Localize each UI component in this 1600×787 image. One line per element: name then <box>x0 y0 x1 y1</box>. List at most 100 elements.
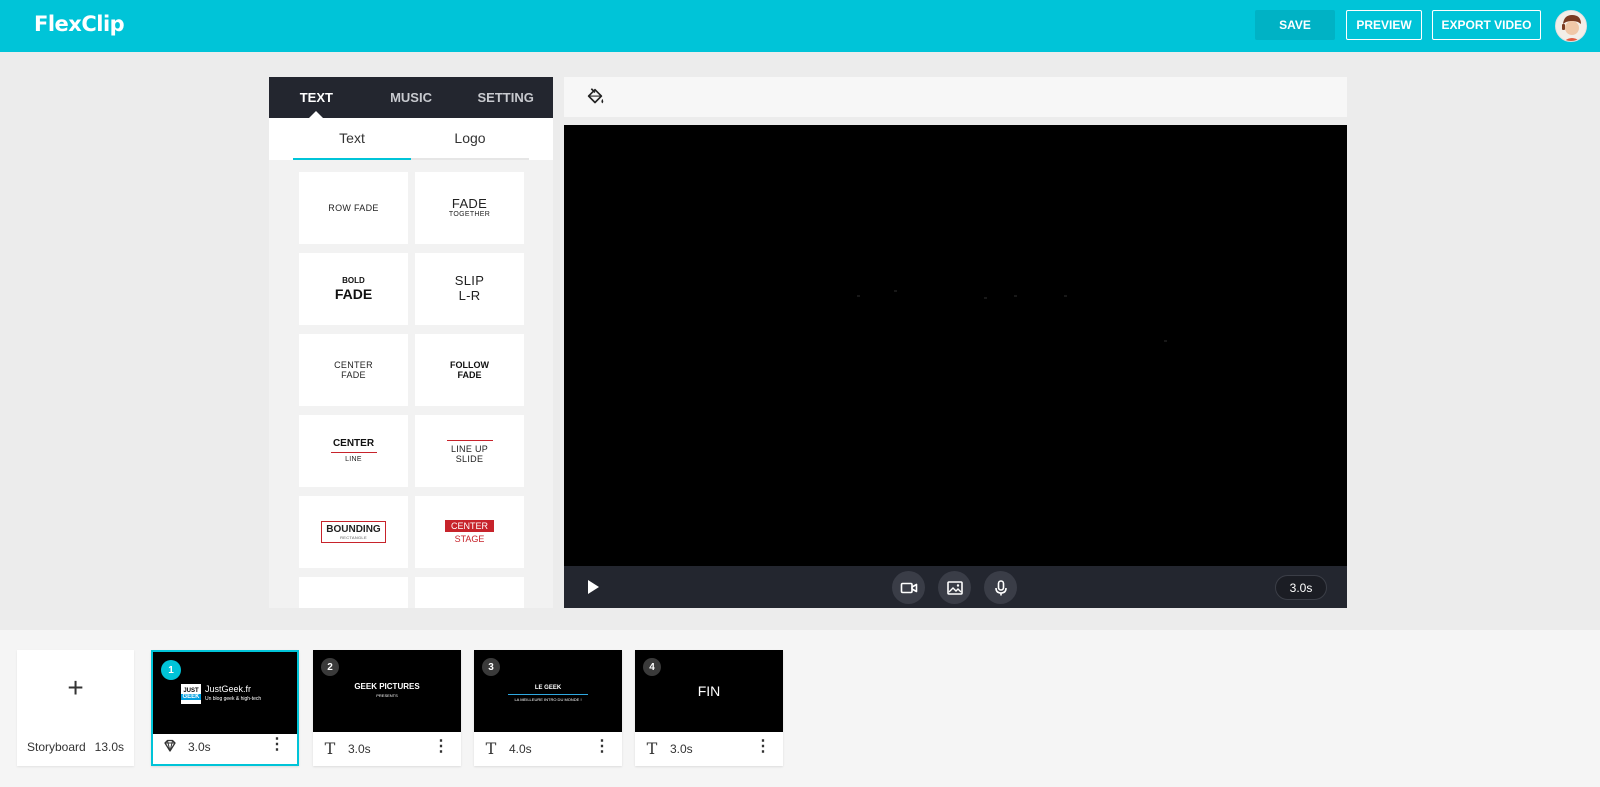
scene-duration-pill[interactable]: 3.0s <box>1275 575 1327 600</box>
style-fade-together[interactable]: FADE TOGETHER <box>415 172 524 244</box>
user-avatar[interactable] <box>1555 10 1587 42</box>
scene-card-2[interactable]: GEEK PICTURES PRESENTS 2 T 3.0s ⋮ <box>313 650 461 766</box>
style-sublabel: LINE <box>345 455 362 463</box>
style-center-fade[interactable]: CENTER FADE <box>299 334 408 406</box>
style-label: BOLD <box>342 276 365 286</box>
scene-thumbnail: GEEK PICTURES PRESENTS 2 <box>313 650 461 732</box>
video-camera-icon <box>900 582 917 593</box>
scene-title-underline <box>508 694 588 695</box>
scene-thumbnail: JUST GEEK JustGeek.fr Un blog geek & hig… <box>153 652 297 734</box>
sub-tabs: Text Logo <box>293 118 529 160</box>
paint-bucket-icon[interactable] <box>584 86 606 108</box>
style-label: LINE UP <box>450 443 489 454</box>
style-follow-fade[interactable]: FOLLOW FADE <box>415 334 524 406</box>
style-row-fade[interactable]: ROW FADE <box>299 172 408 244</box>
style-label: CENTER <box>334 359 373 370</box>
style-label: ROW FADE <box>328 202 379 213</box>
scene-title: LE GEEK <box>534 685 562 691</box>
scene-thumbnail: LE GEEK LA MEILLEURE INTRO DU MONDE ! 3 <box>474 650 622 732</box>
scene-duration: 4.0s <box>509 742 532 756</box>
style-center-line[interactable]: CENTER LINE <box>299 415 408 487</box>
style-sublabel: FADE <box>334 285 373 302</box>
style-bold-fade[interactable]: BOLD FADE <box>299 253 408 325</box>
more-vertical-icon[interactable]: ⋮ <box>594 739 610 755</box>
preview-artifact <box>1164 340 1167 342</box>
tab-music[interactable]: MUSIC <box>364 77 459 118</box>
scene-card-1[interactable]: JUST GEEK JustGeek.fr Un blog geek & hig… <box>151 650 299 766</box>
preview-button[interactable]: PREVIEW <box>1346 10 1422 40</box>
storyboard-label: Storyboard <box>27 740 86 754</box>
text-style-list: ROW FADE FADE TOGETHER BOLD FADE SLIP L-… <box>269 160 553 608</box>
subtab-logo[interactable]: Logo <box>411 118 529 158</box>
play-icon[interactable] <box>584 578 602 596</box>
scene-footer: T 3.0s ⋮ <box>635 732 783 766</box>
more-vertical-icon[interactable]: ⋮ <box>269 737 285 753</box>
tab-setting[interactable]: SETTING <box>458 77 553 118</box>
style-sublabel: TOGETHER <box>448 211 491 219</box>
scene-duration: 3.0s <box>348 742 371 756</box>
scene-footer: T 3.0s ⋮ <box>313 732 461 766</box>
scene-duration: 3.0s <box>670 742 693 756</box>
style-label: FADE <box>451 195 488 211</box>
scene-card-4[interactable]: FIN 4 T 3.0s ⋮ <box>635 650 783 766</box>
export-video-button[interactable]: EXPORT VIDEO <box>1432 10 1541 40</box>
scene-number-badge: 2 <box>321 658 339 676</box>
style-bounding-rectangle[interactable]: BOUNDING RECTANGLE <box>299 496 408 568</box>
scene-duration: 3.0s <box>188 740 211 754</box>
video-preview[interactable]: 3.0s <box>564 125 1347 608</box>
scene-card-3[interactable]: LE GEEK LA MEILLEURE INTRO DU MONDE ! 3 … <box>474 650 622 766</box>
style-partial-1[interactable] <box>299 577 408 608</box>
top-bar: FlexClip SAVE PREVIEW EXPORT VIDEO <box>0 0 1600 52</box>
text-icon: T <box>324 738 336 758</box>
style-partial-2[interactable] <box>415 577 524 608</box>
preview-artifact <box>857 295 860 297</box>
storyboard: + Storyboard 13.0s JUST GEEK JustGeek.fr… <box>0 630 1600 787</box>
style-sublabel: STAGE <box>454 534 485 544</box>
style-center-stage[interactable]: CENTER STAGE <box>415 496 524 568</box>
diamond-icon <box>162 738 178 754</box>
save-button[interactable]: SAVE <box>1255 10 1335 40</box>
style-sublabel: RECTANGLE <box>340 534 367 540</box>
panel-tabs: TEXT MUSIC SETTING <box>269 77 553 118</box>
scene-title: FIN <box>697 683 721 699</box>
text-icon: T <box>485 738 497 758</box>
preview-artifact <box>984 297 987 299</box>
flexclip-logo[interactable]: FlexClip <box>34 12 125 36</box>
text-icon: T <box>646 738 658 758</box>
microphone-icon <box>994 579 1007 595</box>
record-audio-button[interactable] <box>984 571 1017 604</box>
scene-thumbnail: FIN 4 <box>635 650 783 732</box>
add-scene-card[interactable]: + Storyboard 13.0s <box>17 650 134 766</box>
scene-subtitle: PRESENTS <box>376 693 398 698</box>
more-vertical-icon[interactable]: ⋮ <box>755 739 771 755</box>
style-label: CENTER <box>444 519 494 532</box>
scene-number-badge: 1 <box>161 660 181 680</box>
scene-number-badge: 3 <box>482 658 500 676</box>
style-sublabel: FADE <box>457 370 482 380</box>
plus-icon: + <box>67 672 84 703</box>
style-line <box>446 439 493 441</box>
canvas-toolbar <box>564 77 1347 117</box>
style-slip-lr[interactable]: SLIP L-R <box>415 253 524 325</box>
style-label: FOLLOW <box>450 359 489 370</box>
more-vertical-icon[interactable]: ⋮ <box>433 739 449 755</box>
style-line-up-slide[interactable]: LINE UP SLIDE <box>415 415 524 487</box>
subtab-text[interactable]: Text <box>293 118 411 158</box>
bounding-box: BOUNDING RECTANGLE <box>321 521 386 543</box>
preview-artifact <box>894 290 897 292</box>
add-image-button[interactable] <box>938 571 971 604</box>
player-controls: 3.0s <box>564 566 1347 608</box>
scene-number-badge: 4 <box>643 658 661 676</box>
style-line <box>330 451 377 453</box>
add-video-button[interactable] <box>892 571 925 604</box>
justgeek-logo: JUST GEEK <box>181 684 201 704</box>
active-tab-indicator <box>309 111 323 118</box>
scene-footer: 3.0s ⋮ <box>153 730 297 764</box>
avatar-icon <box>1556 11 1586 41</box>
style-sublabel: FADE <box>341 370 366 380</box>
preview-artifact <box>1014 295 1017 297</box>
scene-title: JustGeek.fr <box>205 684 252 694</box>
style-sublabel: SLIDE <box>455 454 484 464</box>
style-label: SLIP <box>454 273 485 289</box>
media-panel: TEXT MUSIC SETTING Text Logo ROW FADE FA… <box>269 77 553 608</box>
